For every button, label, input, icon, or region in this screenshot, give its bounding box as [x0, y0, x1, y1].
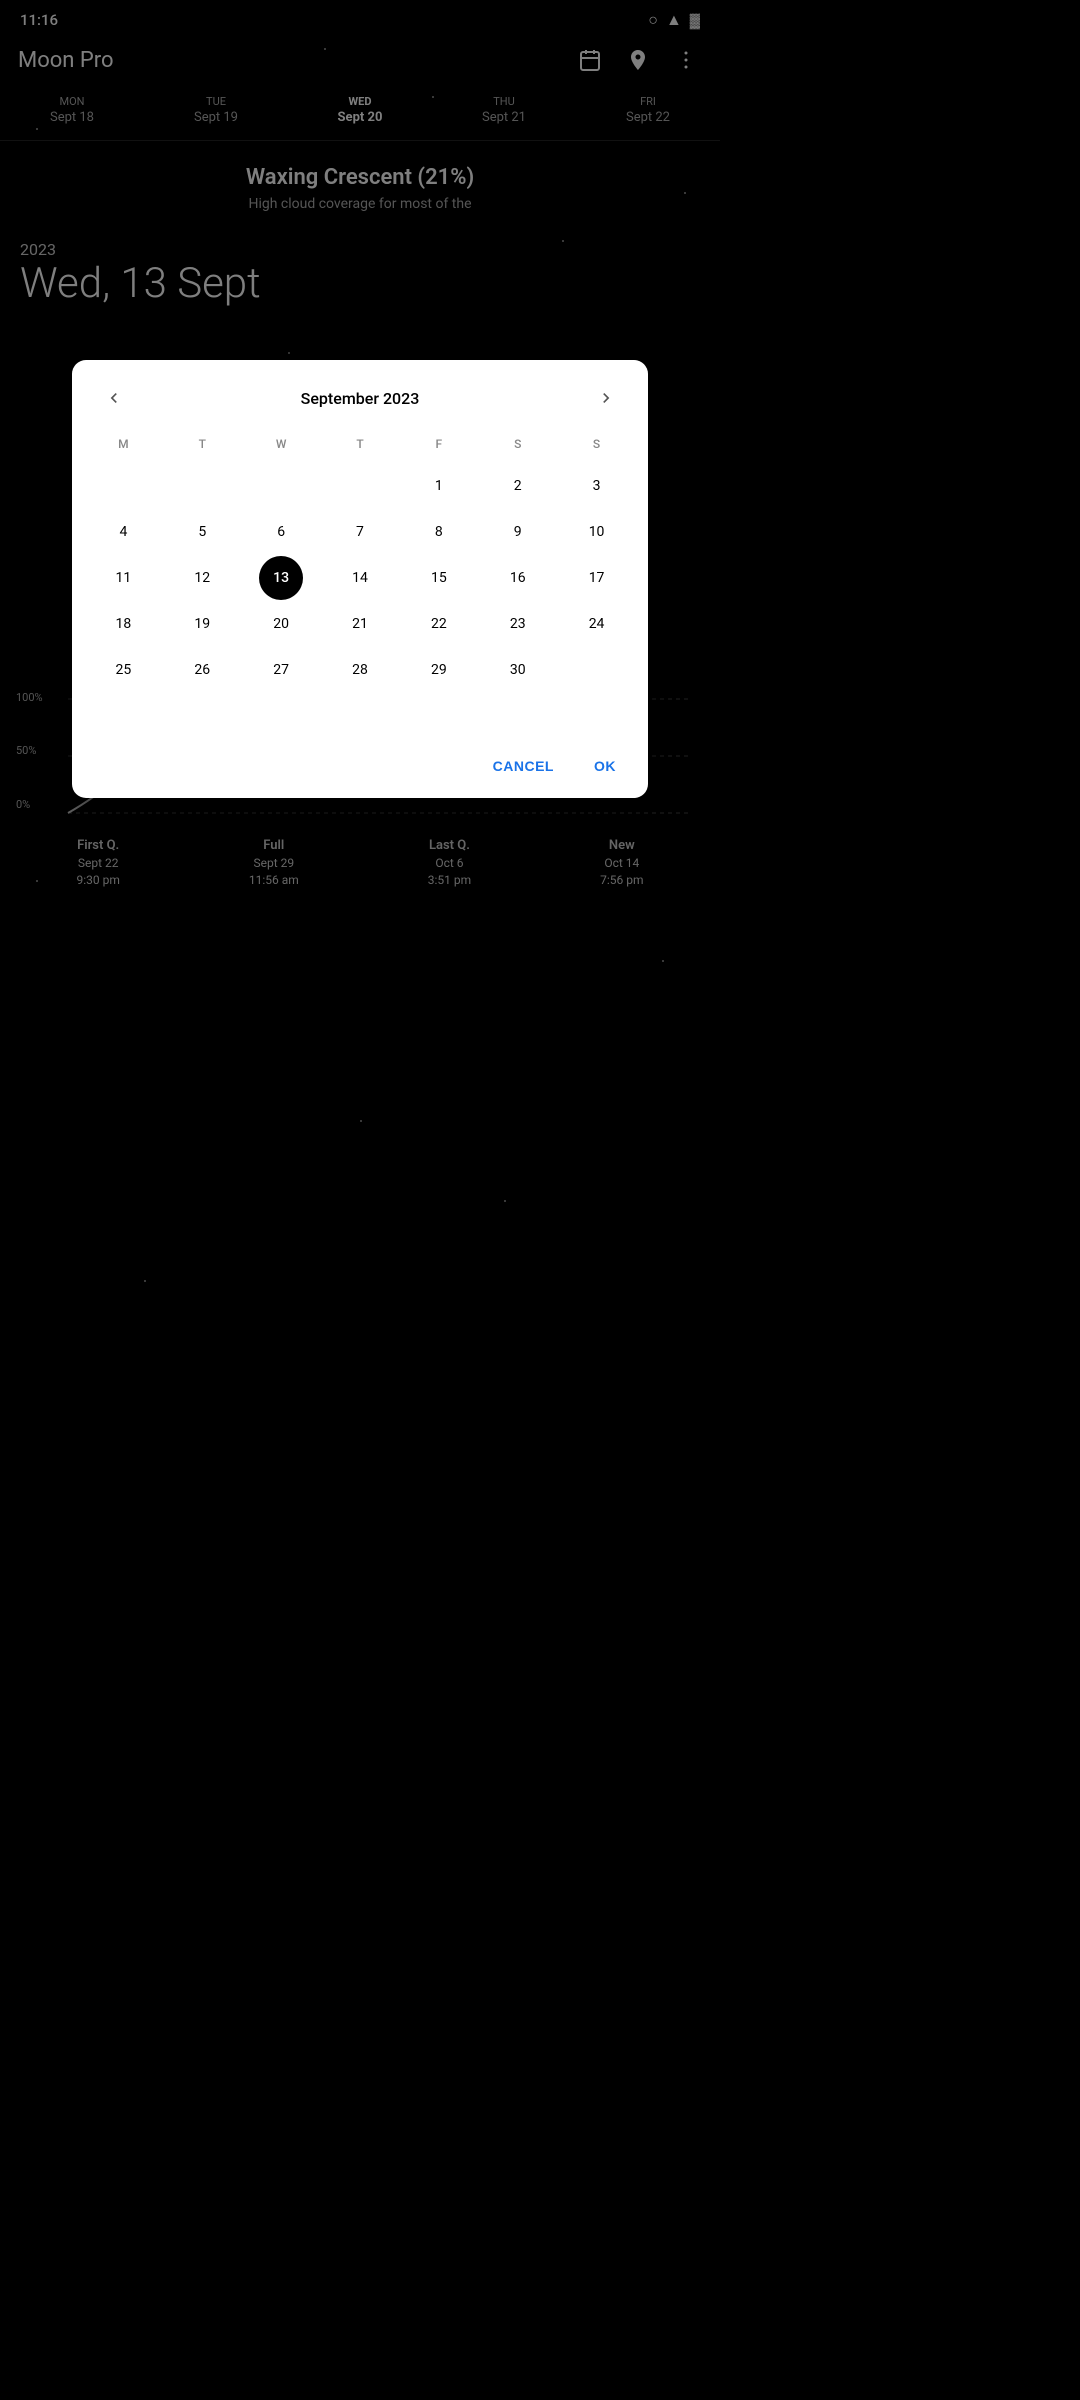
cal-day-4[interactable]: 4 — [101, 510, 145, 554]
cal-day-23[interactable]: 23 — [496, 602, 540, 646]
cal-day-10[interactable]: 10 — [575, 510, 619, 554]
cancel-button[interactable]: CANCEL — [477, 750, 570, 782]
cal-day-29[interactable]: 29 — [417, 648, 461, 692]
dialog-actions: CANCEL OK — [72, 746, 648, 798]
cal-day-8[interactable]: 8 — [417, 510, 461, 554]
header-tue: T — [180, 426, 224, 462]
cal-empty-4 — [338, 464, 382, 508]
dialog-month-title: September 2023 — [301, 389, 420, 408]
ok-button[interactable]: OK — [578, 750, 632, 782]
cal-day-13[interactable]: 13 — [259, 556, 303, 600]
cal-day-14[interactable]: 14 — [338, 556, 382, 600]
cal-empty-2 — [180, 464, 224, 508]
week-row-4: 18 19 20 21 22 23 24 — [84, 602, 636, 646]
header-thu: T — [338, 426, 382, 462]
prev-month-button[interactable] — [96, 380, 132, 416]
header-wed: W — [259, 426, 303, 462]
cal-day-18[interactable]: 18 — [101, 602, 145, 646]
cal-day-22[interactable]: 22 — [417, 602, 461, 646]
dialog-header: September 2023 — [72, 360, 648, 426]
cal-day-15[interactable]: 15 — [417, 556, 461, 600]
cal-day-1[interactable]: 1 — [417, 464, 461, 508]
cal-day-12[interactable]: 12 — [180, 556, 224, 600]
date-picker-dialog: September 2023 M T W T F S S 1 2 3 4 — [72, 360, 648, 798]
calendar-grid: M T W T F S S 1 2 3 4 5 6 7 8 9 10 — [72, 426, 648, 706]
dialog-overlay[interactable] — [0, 0, 720, 1600]
cal-day-24[interactable]: 24 — [575, 602, 619, 646]
header-sat: S — [496, 426, 540, 462]
cal-day-9[interactable]: 9 — [496, 510, 540, 554]
week-row-1: 1 2 3 — [84, 464, 636, 508]
cal-day-17[interactable]: 17 — [575, 556, 619, 600]
cal-day-16[interactable]: 16 — [496, 556, 540, 600]
week-row-5: 25 26 27 28 29 30 — [84, 648, 636, 692]
cal-day-20[interactable]: 20 — [259, 602, 303, 646]
next-month-button[interactable] — [588, 380, 624, 416]
header-mon: M — [101, 426, 145, 462]
cal-day-25[interactable]: 25 — [101, 648, 145, 692]
cal-day-6[interactable]: 6 — [259, 510, 303, 554]
cal-day-19[interactable]: 19 — [180, 602, 224, 646]
cal-day-11[interactable]: 11 — [101, 556, 145, 600]
cal-empty-1 — [101, 464, 145, 508]
header-sun: S — [575, 426, 619, 462]
cal-day-5[interactable]: 5 — [180, 510, 224, 554]
cal-day-3[interactable]: 3 — [575, 464, 619, 508]
header-fri: F — [417, 426, 461, 462]
cal-empty-5 — [575, 648, 619, 692]
cal-day-21[interactable]: 21 — [338, 602, 382, 646]
cal-day-27[interactable]: 27 — [259, 648, 303, 692]
week-row-2: 4 5 6 7 8 9 10 — [84, 510, 636, 554]
cal-day-26[interactable]: 26 — [180, 648, 224, 692]
week-row-3: 11 12 13 14 15 16 17 — [84, 556, 636, 600]
day-headers-row: M T W T F S S — [84, 426, 636, 462]
cal-empty-3 — [259, 464, 303, 508]
cal-day-7[interactable]: 7 — [338, 510, 382, 554]
cal-day-28[interactable]: 28 — [338, 648, 382, 692]
cal-day-2[interactable]: 2 — [496, 464, 540, 508]
cal-day-30[interactable]: 30 — [496, 648, 540, 692]
